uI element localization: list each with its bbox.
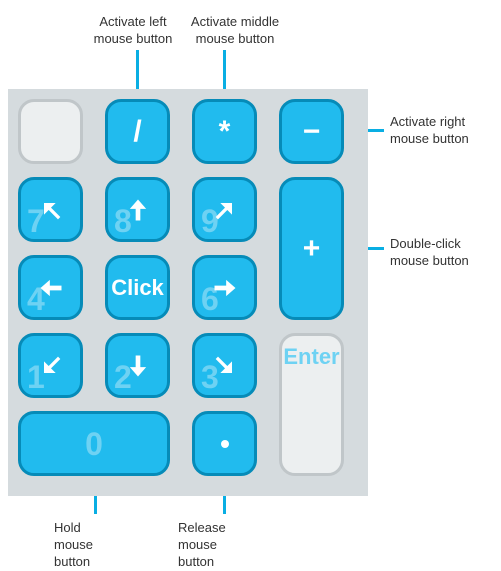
label-hold: Hold mouse button xyxy=(54,520,93,571)
arrow-left-icon xyxy=(37,274,65,302)
arrow-up-right-icon xyxy=(211,196,239,224)
key-label: Click xyxy=(111,277,164,299)
arrow-down-right-icon xyxy=(211,352,239,380)
key-label: + xyxy=(303,234,321,264)
key-decimal[interactable] xyxy=(192,411,257,476)
key-1[interactable]: 1 xyxy=(18,333,83,398)
arrow-down-icon xyxy=(124,352,152,380)
key-3[interactable]: 3 xyxy=(192,333,257,398)
key-minus[interactable]: − xyxy=(279,99,344,164)
key-label: / xyxy=(133,117,141,147)
key-9[interactable]: 9 xyxy=(192,177,257,242)
arrow-up-left-icon xyxy=(37,196,65,224)
label-release: Release mouse button xyxy=(178,520,226,571)
key-0[interactable]: 0 xyxy=(18,411,170,476)
key-5-click[interactable]: Click xyxy=(105,255,170,320)
key-4[interactable]: 4 xyxy=(18,255,83,320)
key-enter[interactable]: Enter xyxy=(279,333,344,476)
key-label: * xyxy=(219,117,231,147)
label-activate-middle: Activate middle mouse button xyxy=(180,14,290,48)
key-asterisk[interactable]: * xyxy=(192,99,257,164)
label-activate-left: Activate left mouse button xyxy=(88,14,178,48)
key-numlock[interactable] xyxy=(18,99,83,164)
arrow-up-icon xyxy=(124,196,152,224)
key-label: − xyxy=(303,117,321,147)
numeric-keypad: / * − 7 8 9 + 4 Click xyxy=(8,89,368,496)
label-activate-right: Activate right mouse button xyxy=(390,114,490,148)
dot-icon xyxy=(221,440,229,448)
key-7[interactable]: 7 xyxy=(18,177,83,242)
key-6[interactable]: 6 xyxy=(192,255,257,320)
key-label: Enter xyxy=(283,346,339,368)
key-8[interactable]: 8 xyxy=(105,177,170,242)
key-plus[interactable]: + xyxy=(279,177,344,320)
arrow-down-left-icon xyxy=(37,352,65,380)
connector xyxy=(136,50,139,94)
key-2[interactable]: 2 xyxy=(105,333,170,398)
connector xyxy=(223,50,226,94)
label-double-click: Double-click mouse button xyxy=(390,236,490,270)
key-slash[interactable]: / xyxy=(105,99,170,164)
arrow-right-icon xyxy=(211,274,239,302)
key-label: 0 xyxy=(85,428,103,460)
